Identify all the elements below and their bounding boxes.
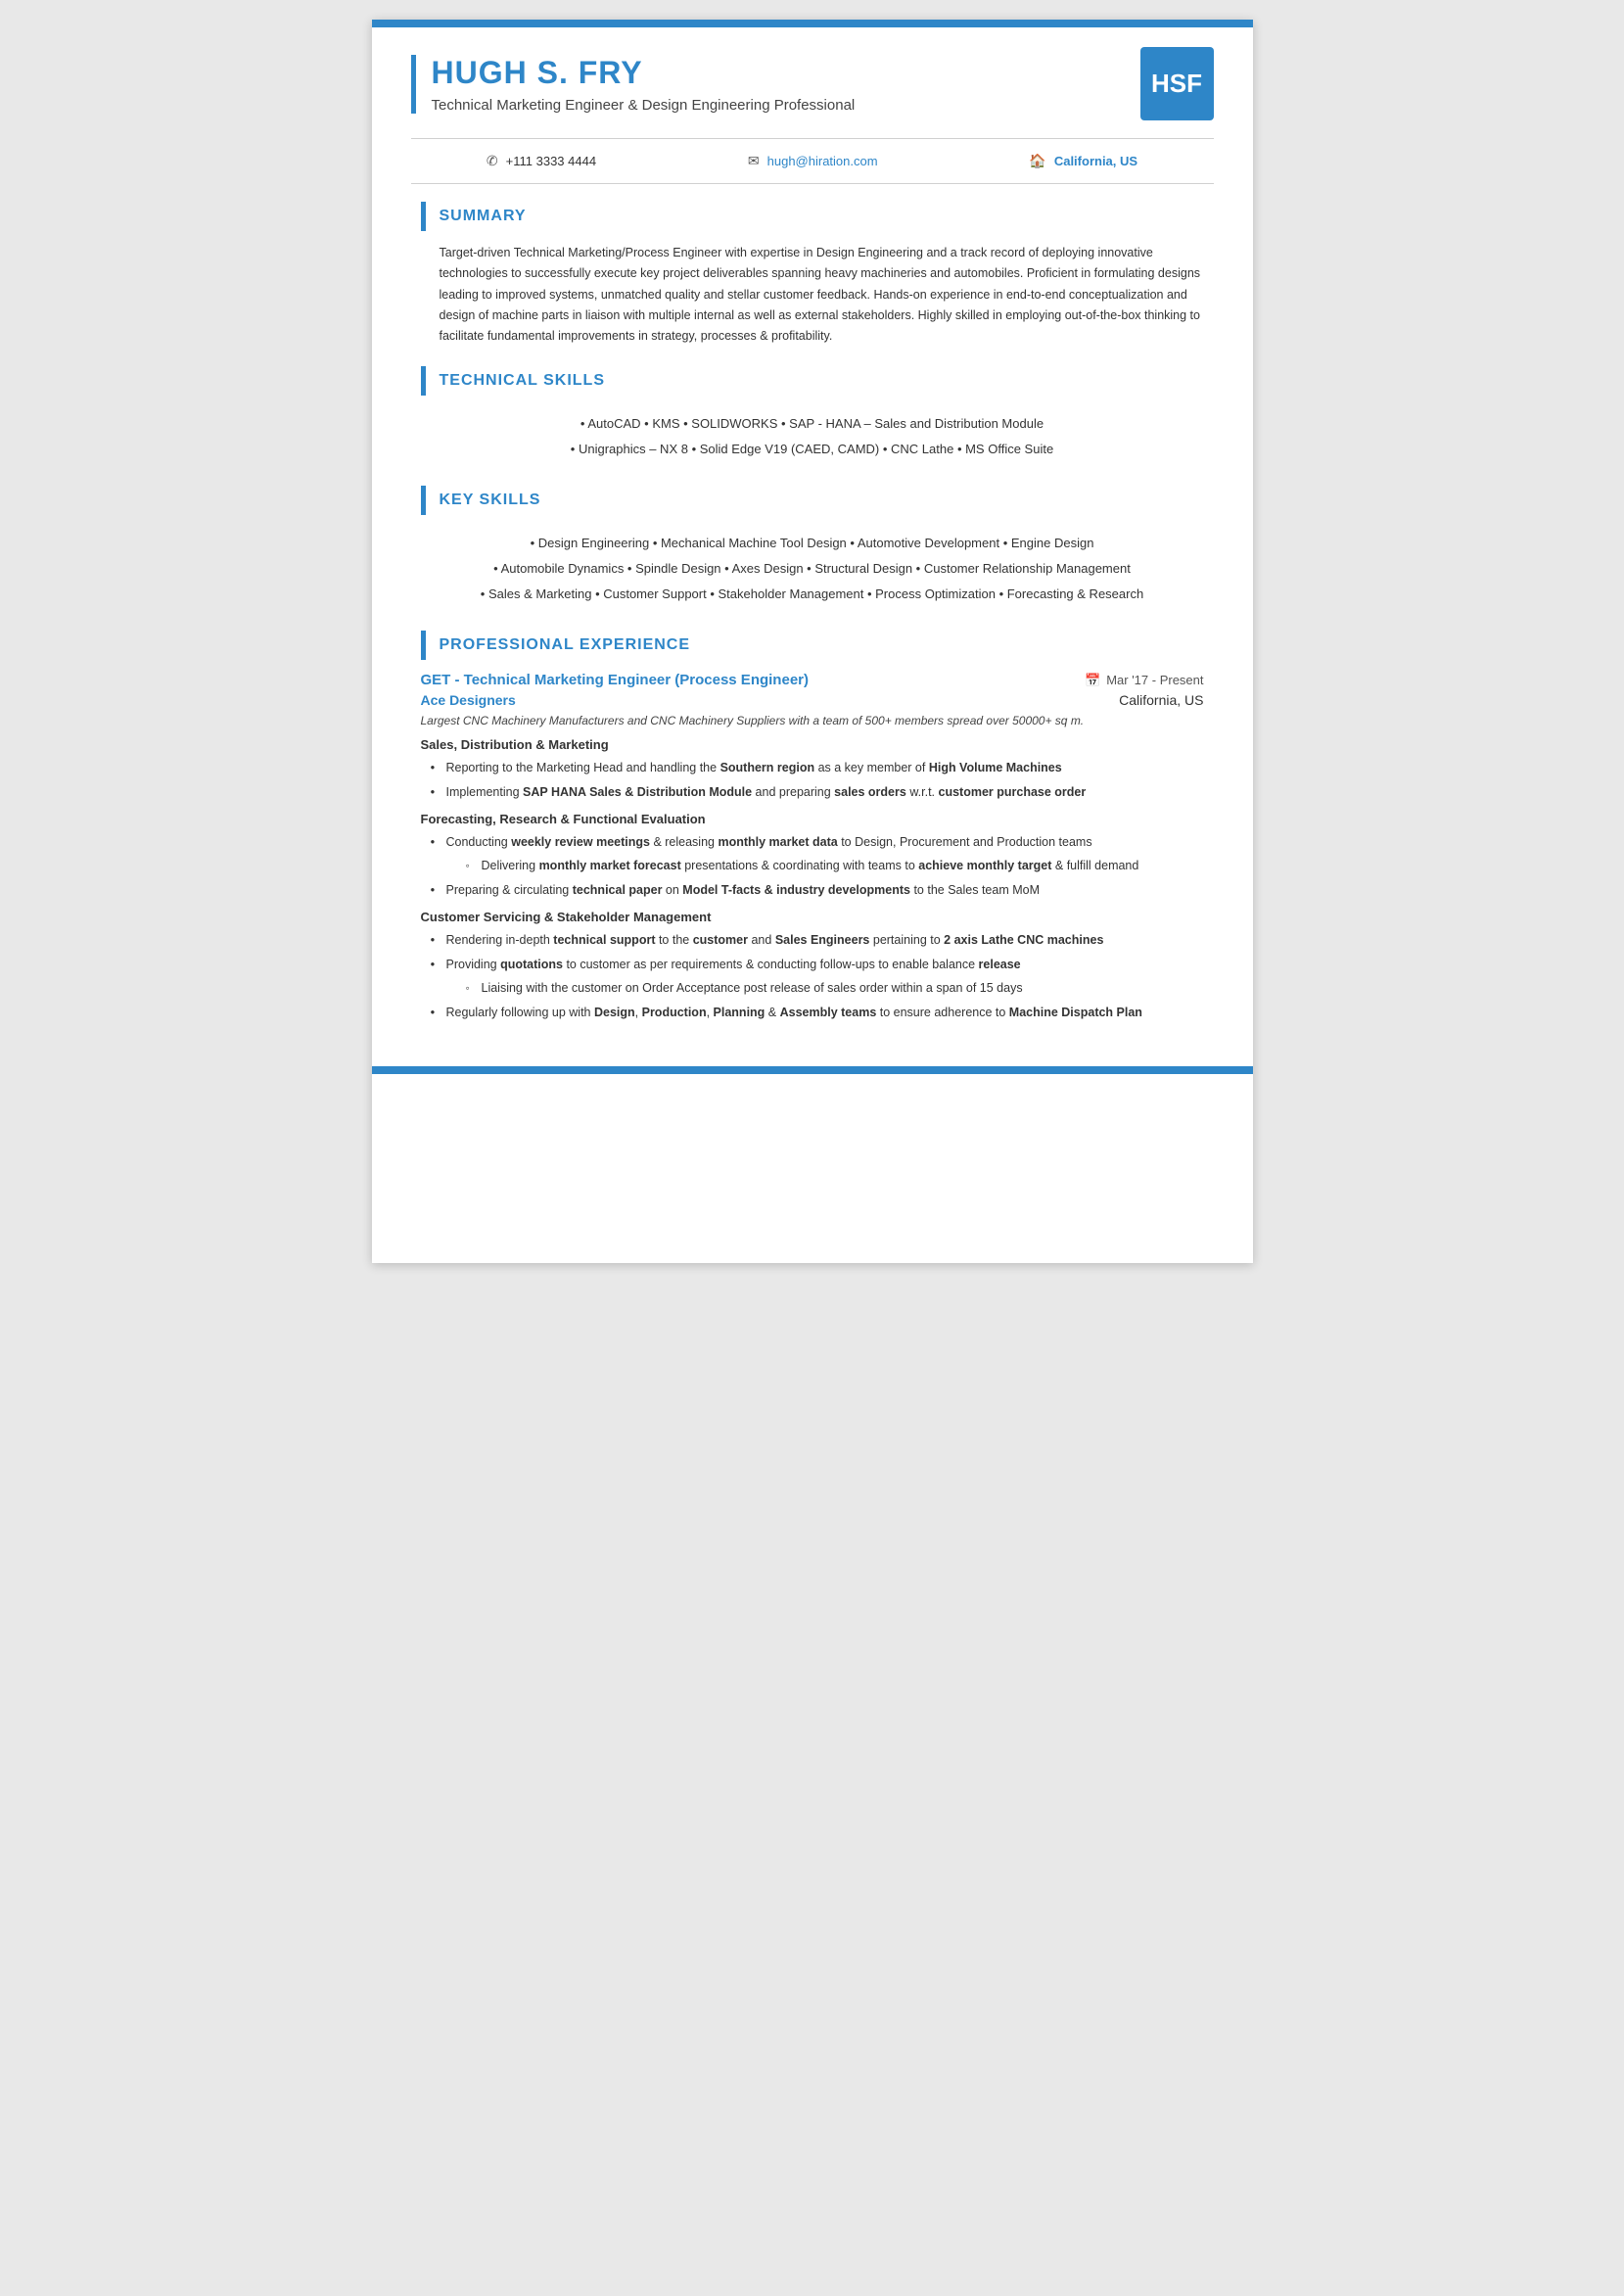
header-section: HUGH S. FRY Technical Marketing Engineer… [372,27,1253,120]
bullet-item: Conducting weekly review meetings & rele… [431,832,1204,875]
key-skills-header: KEY SKILLS [421,486,1204,515]
sub-bullets: Liaising with the customer on Order Acce… [446,978,1204,998]
technical-skills-list: • AutoCAD • KMS • SOLIDWORKS • SAP - HAN… [421,407,1204,466]
bullet-item: Regularly following up with Design, Prod… [431,1003,1204,1022]
key-skills-list: • Design Engineering • Mechanical Machin… [421,527,1204,611]
technical-skills-line1: • AutoCAD • KMS • SOLIDWORKS • SAP - HAN… [421,411,1204,437]
contact-bar: ✆ +111 3333 4444 ✉ hugh@hiration.com 🏠 C… [372,139,1253,183]
key-skills-line1: • Design Engineering • Mechanical Machin… [421,531,1204,556]
key-skills-accent-bar [421,486,426,515]
bullet-item: Reporting to the Marketing Head and hand… [431,758,1204,777]
experience-title: PROFESSIONAL EXPERIENCE [440,636,691,654]
technical-skills-header: TECHNICAL SKILLS [421,366,1204,396]
technical-skills-line2: • Unigraphics – NX 8 • Solid Edge V19 (C… [421,437,1204,462]
technical-skills-accent-bar [421,366,426,396]
candidate-title: Technical Marketing Engineer & Design En… [432,97,856,114]
sub-bullet-item: Liaising with the customer on Order Acce… [466,978,1204,998]
sub-bullet-item: Delivering monthly market forecast prese… [466,856,1204,875]
bullet-item: Implementing SAP HANA Sales & Distributi… [431,782,1204,802]
customer-bullets: Rendering in-depth technical support to … [421,930,1204,1022]
bullet-item: Providing quotations to customer as per … [431,955,1204,998]
subsection-title-sales: Sales, Distribution & Marketing [421,737,1204,752]
company-row: Ace Designers California, US [421,692,1204,708]
top-accent-bar [372,20,1253,27]
company-name: Ace Designers [421,692,516,708]
date-range: Mar '17 - Present [1106,673,1203,687]
location-text: California, US [1054,154,1137,168]
key-skills-line3: • Sales & Marketing • Customer Support •… [421,582,1204,607]
location-icon: 🏠 [1029,153,1045,169]
summary-title: SUMMARY [440,208,527,225]
subsection-title-customer: Customer Servicing & Stakeholder Managem… [421,910,1204,924]
phone-number: +111 3333 4444 [506,154,596,168]
bullet-item: Rendering in-depth technical support to … [431,930,1204,950]
subsection-title-forecasting: Forecasting, Research & Functional Evalu… [421,812,1204,826]
technical-skills-title: TECHNICAL SKILLS [440,372,605,390]
avatar: HSF [1140,47,1214,120]
sub-bullets: Delivering monthly market forecast prese… [446,856,1204,875]
summary-text: Target-driven Technical Marketing/Proces… [421,243,1204,347]
candidate-name: HUGH S. FRY [432,55,856,91]
bottom-accent-bar [372,1066,1253,1074]
technical-skills-section: TECHNICAL SKILLS • AutoCAD • KMS • SOLID… [372,356,1253,476]
sales-bullets: Reporting to the Marketing Head and hand… [421,758,1204,802]
contact-email: ✉ hugh@hiration.com [748,153,878,169]
job-location: California, US [1119,692,1203,708]
experience-header: PROFESSIONAL EXPERIENCE [421,631,1204,660]
job-header: GET - Technical Marketing Engineer (Proc… [421,672,1204,688]
resume-document: HUGH S. FRY Technical Marketing Engineer… [372,20,1253,1263]
forecasting-bullets: Conducting weekly review meetings & rele… [421,832,1204,900]
contact-phone: ✆ +111 3333 4444 [487,153,596,169]
name-title-block: HUGH S. FRY Technical Marketing Engineer… [411,55,856,114]
experience-section: PROFESSIONAL EXPERIENCE GET - Technical … [372,621,1253,1037]
contact-location: 🏠 California, US [1029,153,1137,169]
calendar-icon: 📅 [1085,673,1100,688]
email-link[interactable]: hugh@hiration.com [767,154,878,168]
experience-accent-bar [421,631,426,660]
job-title: GET - Technical Marketing Engineer (Proc… [421,672,810,688]
company-description: Largest CNC Machinery Manufacturers and … [421,714,1204,727]
phone-icon: ✆ [487,153,498,169]
summary-section: SUMMARY Target-driven Technical Marketin… [372,184,1253,356]
key-skills-line2: • Automobile Dynamics • Spindle Design •… [421,556,1204,582]
job-entry: GET - Technical Marketing Engineer (Proc… [421,672,1204,1022]
bullet-item: Preparing & circulating technical paper … [431,880,1204,900]
email-icon: ✉ [748,153,760,169]
key-skills-section: KEY SKILLS • Design Engineering • Mechan… [372,476,1253,621]
summary-accent-bar [421,202,426,231]
summary-header: SUMMARY [421,202,1204,231]
job-date: 📅 Mar '17 - Present [1085,673,1203,688]
key-skills-title: KEY SKILLS [440,492,541,509]
